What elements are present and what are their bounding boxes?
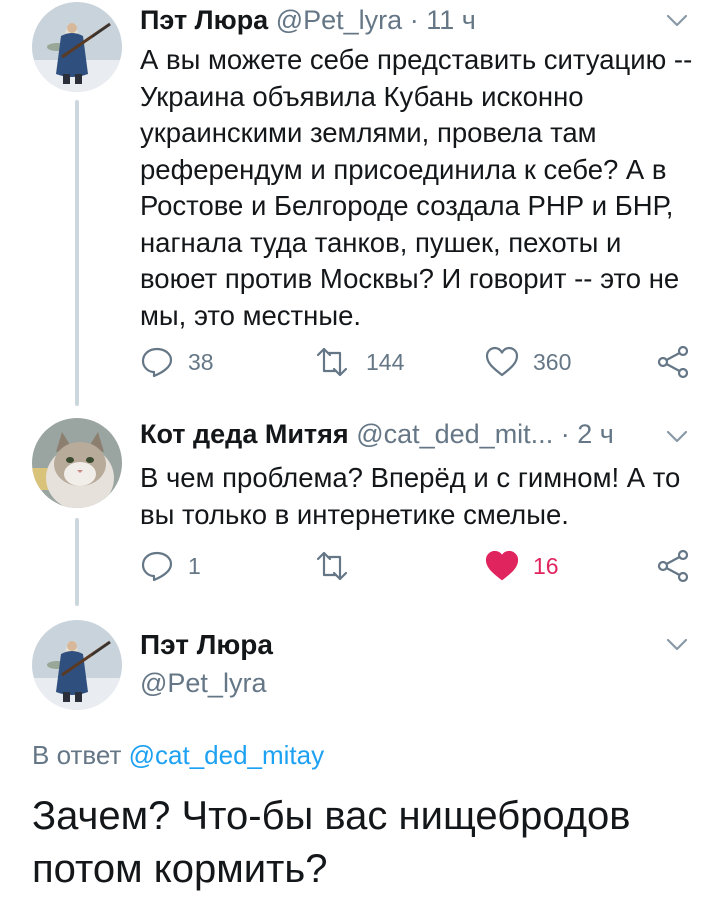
author-handle[interactable]: @Pet_lyra	[276, 5, 402, 35]
reply-icon	[141, 551, 173, 582]
reply-mention-link[interactable]: @cat_ded_mitay	[129, 740, 325, 770]
tweet-text: В чем проблема? Вперёд и с гимном! А то …	[140, 462, 681, 530]
main-tweet-text: Зачем? Что-бы вас нищебродов потом корми…	[32, 794, 631, 891]
tweet-1[interactable]: Пэт Люра @Pet_lyra · 11 ч А вы можете се…	[0, 0, 720, 410]
tweet-text: А вы можете себе представить ситуацию --…	[140, 44, 693, 331]
like-count: 16	[533, 552, 559, 579]
like-icon	[485, 550, 519, 581]
avatar-cat-ded-mitay[interactable]	[32, 418, 122, 508]
tweet-2[interactable]: Кот деда Митяя @cat_ded_mit... · 2 ч В ч…	[0, 410, 720, 610]
thread-line	[75, 100, 79, 406]
retweet-icon	[316, 551, 348, 581]
retweet-count: 144	[366, 348, 405, 375]
separator-dot: ·	[409, 5, 419, 35]
reply-prefix: В ответ	[32, 740, 122, 770]
like-icon	[485, 346, 519, 377]
avatar-pet-lyra[interactable]	[32, 2, 122, 92]
retweet-button[interactable]: 144	[312, 344, 404, 380]
tweet-1-actions: 38 144 360	[140, 344, 700, 380]
chevron-down-icon[interactable]	[664, 424, 690, 450]
reply-button[interactable]: 38	[140, 344, 214, 380]
separator-dot: ·	[560, 419, 570, 449]
retweet-icon	[316, 347, 348, 377]
share-icon	[657, 345, 689, 379]
tweet-time[interactable]: 11 ч	[426, 5, 476, 35]
like-count: 360	[533, 348, 572, 375]
share-icon	[657, 549, 689, 583]
author-handle[interactable]: @cat_ded_mit...	[356, 419, 553, 449]
retweet-button[interactable]	[312, 548, 366, 584]
reply-context: В ответ @cat_ded_mitay	[32, 740, 324, 771]
like-button[interactable]: 360	[485, 344, 571, 380]
avatar-pet-lyra[interactable]	[32, 620, 122, 710]
tweet-2-actions: 1 16	[140, 548, 700, 584]
share-button[interactable]	[656, 548, 690, 584]
reply-button[interactable]: 1	[140, 548, 201, 584]
chevron-down-icon[interactable]	[664, 632, 690, 658]
main-tweet-header: Пэт Люра @Pet_lyra	[140, 628, 273, 700]
chevron-down-icon[interactable]	[664, 8, 690, 34]
author-handle[interactable]: @Pet_lyra	[140, 666, 273, 700]
author-name[interactable]: Кот деда Митяя	[140, 419, 349, 449]
tweet-time[interactable]: 2 ч	[577, 419, 614, 449]
share-button[interactable]	[656, 344, 690, 380]
reply-icon	[141, 347, 173, 378]
reply-count: 38	[188, 348, 214, 375]
tweet-2-header: Кот деда Митяя @cat_ded_mit... · 2 ч	[140, 418, 614, 450]
like-button[interactable]: 16	[485, 548, 559, 584]
tweet-1-header: Пэт Люра @Pet_lyra · 11 ч	[140, 4, 476, 36]
author-name[interactable]: Пэт Люра	[140, 628, 273, 662]
thread-line	[75, 518, 79, 606]
author-name[interactable]: Пэт Люра	[140, 5, 268, 35]
reply-count: 1	[188, 552, 201, 579]
